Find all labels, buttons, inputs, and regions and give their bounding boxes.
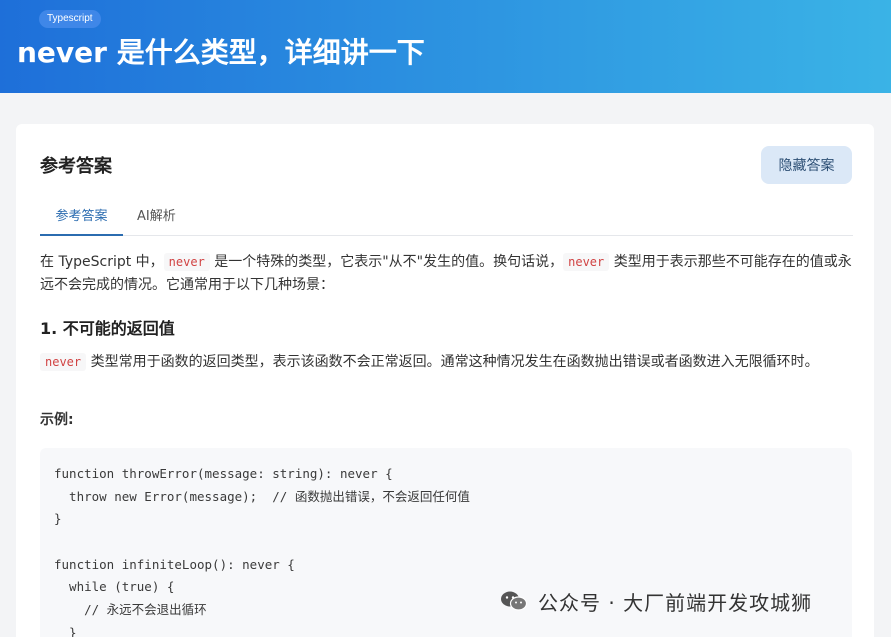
answer-card: 参考答案 隐藏答案 参考答案 AI解析 在 TypeScript 中， never… [16, 124, 874, 637]
intro-paragraph: 在 TypeScript 中， never 是一个特殊的类型，它表示"从不"发生的… [40, 253, 852, 293]
category-tag[interactable]: Typescript [39, 10, 101, 28]
wechat-icon [500, 590, 528, 612]
tab-ai-analysis[interactable]: AI解析 [137, 204, 176, 236]
section-heading: 1. 不可能的返回值 [40, 319, 175, 338]
hide-answer-button[interactable]: 隐藏答案 [761, 146, 852, 184]
inline-code: never [563, 253, 610, 271]
example-label: 示例: [40, 412, 74, 428]
inline-code: never [40, 353, 87, 371]
inline-code: never [163, 253, 210, 271]
page-title: never 是什么类型，详细讲一下 [17, 36, 425, 69]
code-line: function infiniteLoop(): never { [54, 556, 295, 572]
header-banner: Typescript never 是什么类型，详细讲一下 [0, 0, 891, 93]
watermark-text: 公众号 · 大厂前端开发攻城狮 [538, 590, 813, 615]
section-paragraph: never 类型常用于函数的返回类型，表示该函数不会正常返回。通常这种情况发生在… [40, 351, 855, 374]
tab-bar: 参考答案 AI解析 [40, 204, 853, 236]
card-title: 参考答案 [40, 156, 112, 177]
code-line: } [54, 511, 62, 527]
watermark: 公众号 · 大厂前端开发攻城狮 [500, 586, 812, 616]
code-line: } [54, 624, 77, 637]
code-line: function throwError(message: string): ne… [54, 466, 393, 481]
code-line: throw new Error(message); // 函数抛出错误，不会返回… [54, 488, 470, 504]
tab-reference-answer[interactable]: 参考答案 [40, 204, 123, 236]
